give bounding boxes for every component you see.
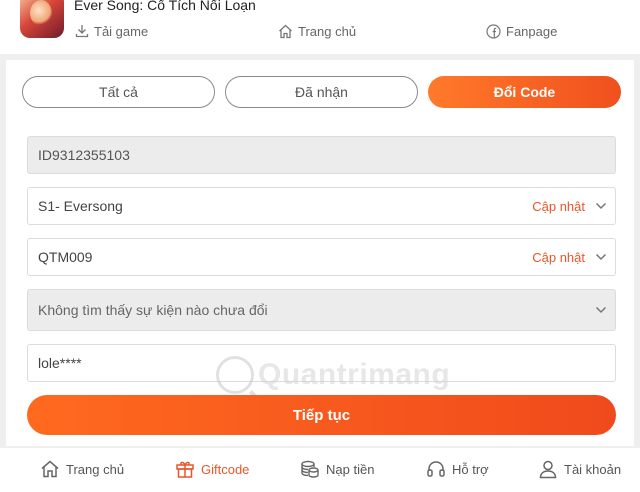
nav-home[interactable]: Trang chủ bbox=[40, 458, 124, 480]
headset-icon bbox=[427, 461, 445, 477]
app-header: Ever Song: Cổ Tích Nổi Loạn Tải game Tra… bbox=[0, 0, 640, 54]
chevron-down-icon bbox=[595, 253, 607, 261]
event-value: Không tìm thấy sự kiện nào chưa đổi bbox=[38, 302, 268, 318]
app-title: Ever Song: Cổ Tích Nổi Loạn bbox=[74, 0, 256, 13]
user-icon bbox=[539, 460, 557, 479]
facebook-icon bbox=[486, 23, 501, 39]
continue-button[interactable]: Tiếp tục bbox=[27, 395, 616, 435]
nav-topup[interactable]: Nạp tiền bbox=[300, 458, 374, 480]
nav-support-label: Hỗ trợ bbox=[452, 461, 489, 477]
nav-account-label: Tài khoản bbox=[564, 461, 622, 477]
player-id-field: ID9312355103 bbox=[27, 136, 616, 174]
nav-giftcode-label: Giftcode bbox=[201, 461, 250, 477]
tab-redeem-code[interactable]: Đổi Code bbox=[428, 76, 621, 108]
nav-support[interactable]: Hỗ trợ bbox=[426, 458, 489, 480]
app-logo bbox=[20, 0, 64, 38]
event-select[interactable]: Không tìm thấy sự kiện nào chưa đổi bbox=[27, 289, 616, 331]
fanpage-label: Fanpage bbox=[506, 23, 558, 39]
download-game-label: Tải game bbox=[94, 23, 149, 39]
download-icon bbox=[75, 25, 89, 38]
character-value: QTM009 bbox=[38, 249, 93, 265]
giftcode-value: lole**** bbox=[38, 355, 82, 371]
nav-account[interactable]: Tài khoản bbox=[538, 458, 621, 480]
fanpage-link[interactable]: Fanpage bbox=[486, 22, 557, 40]
giftcode-input[interactable]: lole**** bbox=[27, 344, 616, 382]
home-icon bbox=[279, 24, 292, 38]
player-id-value: ID9312355103 bbox=[38, 147, 130, 163]
chevron-down-icon bbox=[595, 202, 607, 210]
coins-icon bbox=[301, 460, 319, 478]
nav-topup-label: Nạp tiền bbox=[326, 461, 375, 477]
tab-all[interactable]: Tất cả bbox=[22, 76, 215, 108]
nav-home-label: Trang chủ bbox=[66, 461, 125, 477]
home-icon bbox=[41, 460, 59, 478]
download-game-link[interactable]: Tải game bbox=[75, 22, 148, 40]
home-link-label: Trang chủ bbox=[298, 23, 357, 39]
home-link[interactable]: Trang chủ bbox=[278, 22, 356, 40]
chevron-down-icon bbox=[595, 306, 607, 314]
server-update-link[interactable]: Cập nhật bbox=[532, 199, 585, 214]
tab-received[interactable]: Đã nhận bbox=[225, 76, 418, 108]
character-select[interactable]: QTM009 Cập nhật bbox=[27, 238, 616, 276]
server-select[interactable]: S1- Eversong Cập nhật bbox=[27, 187, 616, 225]
server-value: S1- Eversong bbox=[38, 198, 123, 214]
gift-icon bbox=[176, 461, 194, 478]
bottom-navigation: Trang chủ Giftcode Nạp tiền Hỗ trợ Tài k… bbox=[0, 448, 640, 492]
nav-giftcode[interactable]: Giftcode bbox=[175, 458, 249, 480]
giftcode-card: Tất cả Đã nhận Đổi Code ID9312355103 S1-… bbox=[6, 60, 634, 446]
character-update-link[interactable]: Cập nhật bbox=[532, 250, 585, 265]
